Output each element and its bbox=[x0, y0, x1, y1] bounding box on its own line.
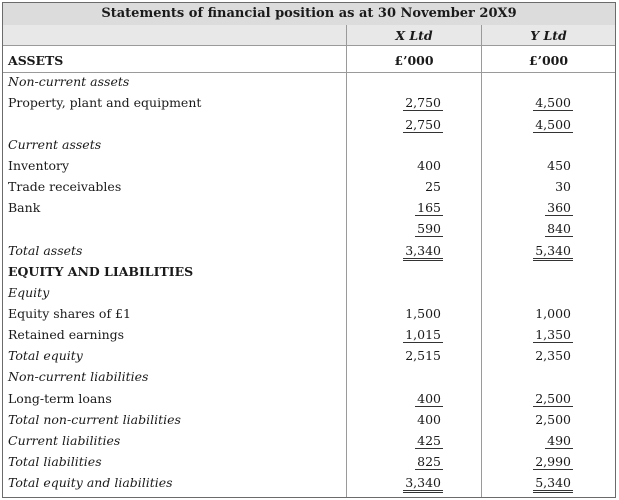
receivables-x: 25 bbox=[425, 179, 441, 194]
total-equity-x: 2,515 bbox=[405, 348, 441, 363]
cl-x: 425 bbox=[415, 433, 443, 449]
shares-y: 1,000 bbox=[535, 306, 571, 321]
eq-liab-heading: EQUITY AND LIABILITIES bbox=[8, 264, 194, 279]
inventory-y: 450 bbox=[547, 158, 571, 173]
total-equity-label: Total equity bbox=[8, 348, 83, 363]
inventory-x: 400 bbox=[417, 158, 441, 173]
bank-label: Bank bbox=[8, 200, 41, 215]
receivables-y: 30 bbox=[555, 179, 571, 194]
ca-heading: Current assets bbox=[8, 137, 102, 152]
column-header-x-ltd: X Ltd bbox=[395, 28, 433, 43]
bank-y: 360 bbox=[545, 200, 573, 216]
total-eq-liab-x: 3,340 bbox=[403, 475, 443, 493]
total-liab-label: Total liabilities bbox=[8, 454, 102, 469]
unit-y: £’000 bbox=[528, 53, 569, 68]
ppe-label: Property, plant and equipment bbox=[8, 95, 202, 110]
total-eq-liab-y: 5,340 bbox=[533, 475, 573, 493]
column-header-y-ltd: Y Ltd bbox=[530, 28, 567, 43]
equity-heading: Equity bbox=[8, 285, 50, 300]
total-ncl-label: Total non-current liabilities bbox=[8, 412, 181, 427]
retained-y: 1,350 bbox=[533, 327, 573, 343]
receivables-label: Trade receivables bbox=[8, 179, 122, 194]
nca-total-y: 4,500 bbox=[533, 117, 573, 133]
assets-heading: ASSETS bbox=[8, 53, 64, 68]
financial-statement-table: Statements of financial position as at 3… bbox=[2, 2, 616, 498]
ca-total-y: 840 bbox=[545, 221, 573, 237]
cl-label: Current liabilities bbox=[8, 433, 121, 448]
ncl-heading: Non-current liabilities bbox=[8, 369, 149, 384]
shares-x: 1,500 bbox=[405, 306, 441, 321]
nca-heading: Non-current assets bbox=[8, 74, 130, 89]
total-assets-x: 3,340 bbox=[403, 243, 443, 261]
cl-y: 490 bbox=[545, 433, 573, 449]
total-assets-y: 5,340 bbox=[533, 243, 573, 261]
total-eq-liab-label: Total equity and liabilities bbox=[8, 475, 173, 490]
total-liab-y: 2,990 bbox=[533, 454, 573, 470]
loans-x: 400 bbox=[415, 391, 443, 407]
retained-x: 1,015 bbox=[403, 327, 443, 343]
column-divider-x bbox=[346, 25, 347, 497]
table-title: Statements of financial position as at 3… bbox=[3, 3, 615, 26]
ppe-x: 2,750 bbox=[403, 95, 443, 111]
inventory-label: Inventory bbox=[8, 158, 70, 173]
shares-label: Equity shares of £1 bbox=[8, 306, 131, 321]
bank-x: 165 bbox=[415, 200, 443, 216]
retained-label: Retained earnings bbox=[8, 327, 125, 342]
total-liab-x: 825 bbox=[415, 454, 443, 470]
loans-label: Long-term loans bbox=[8, 391, 112, 406]
total-ncl-y: 2,500 bbox=[535, 412, 571, 427]
ppe-y: 4,500 bbox=[533, 95, 573, 111]
loans-y: 2,500 bbox=[533, 391, 573, 407]
column-divider-y bbox=[481, 25, 482, 497]
ca-total-x: 590 bbox=[415, 221, 443, 237]
nca-total-x: 2,750 bbox=[403, 117, 443, 133]
total-assets-label: Total assets bbox=[8, 243, 83, 258]
total-equity-y: 2,350 bbox=[535, 348, 571, 363]
unit-x: £’000 bbox=[394, 53, 434, 68]
total-ncl-x: 400 bbox=[417, 412, 441, 427]
